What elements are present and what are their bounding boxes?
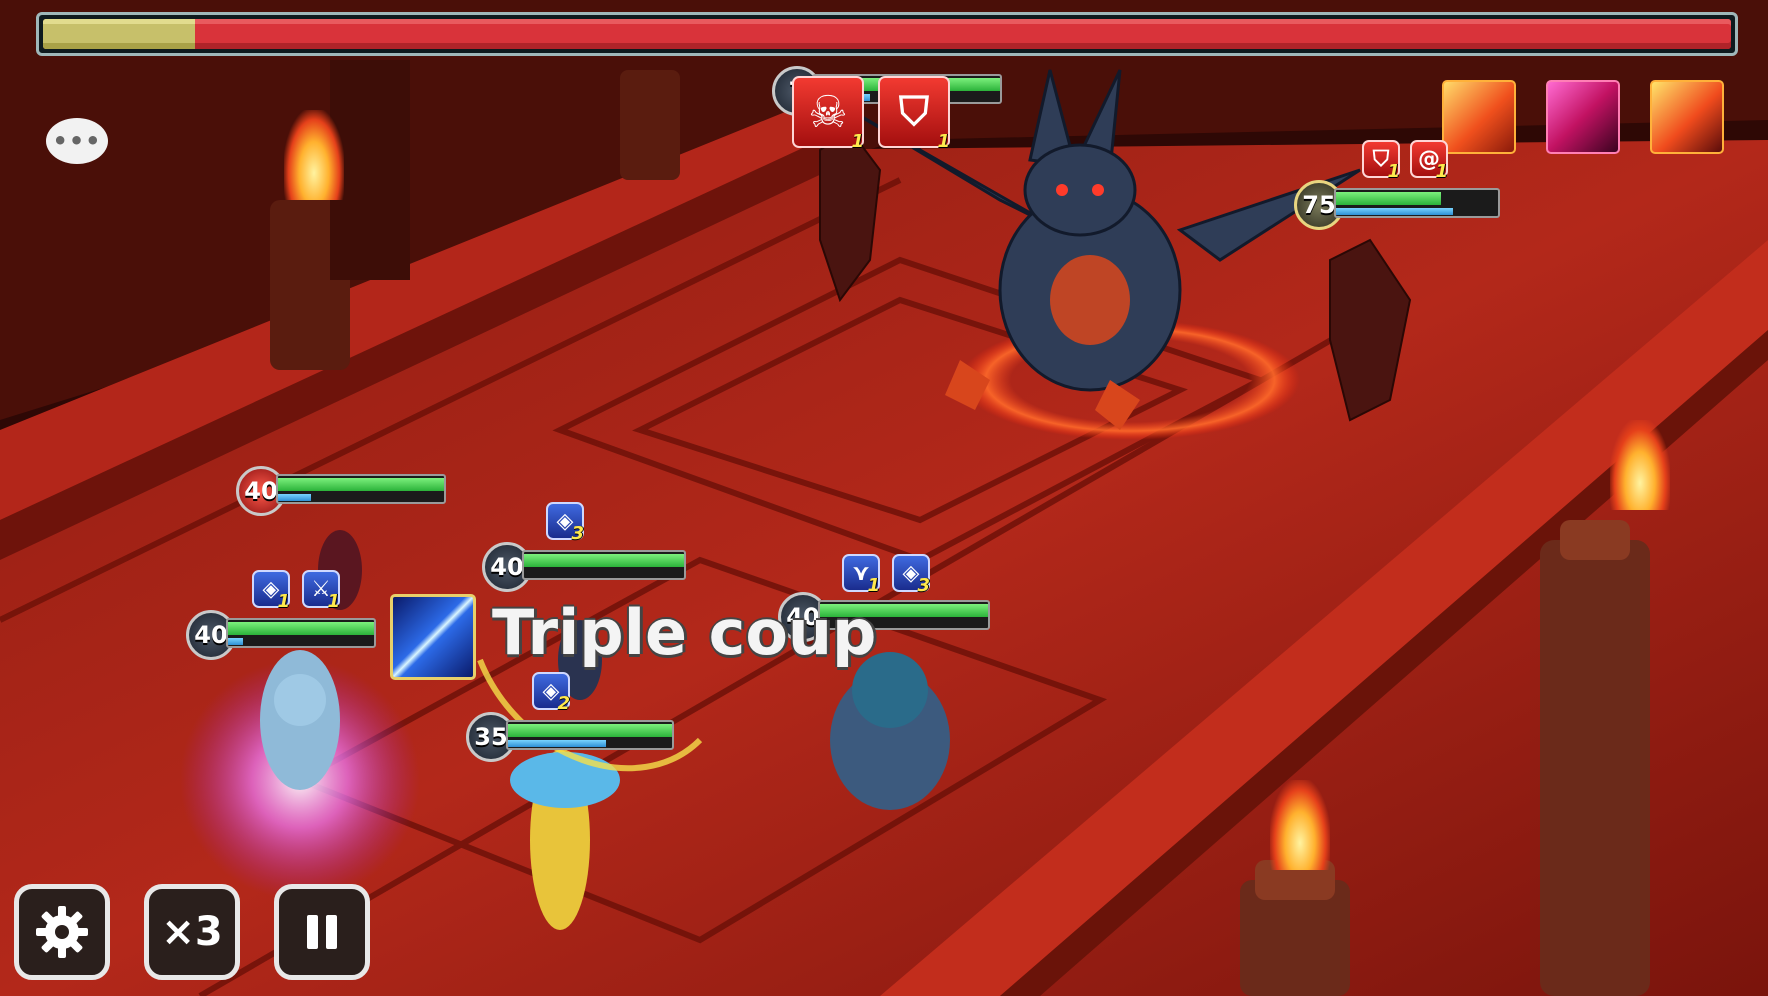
- boss-health-fill: [43, 19, 195, 49]
- defense-up-icon: ◈ 3: [892, 554, 930, 596]
- spiral-icon: @1: [1410, 140, 1448, 182]
- defense-up-icon: ◈ 3: [546, 502, 584, 544]
- torch-flame: [284, 110, 344, 200]
- pause-icon: [307, 915, 337, 949]
- settings-button[interactable]: [14, 884, 110, 980]
- enemy-skill-2[interactable]: [1546, 80, 1620, 154]
- dragon-atb-fill: [1336, 208, 1453, 215]
- speed-button[interactable]: ×3: [144, 884, 240, 980]
- pause-button[interactable]: [274, 884, 370, 980]
- broken-shield-icon: ⛉ 1: [1362, 140, 1400, 182]
- enemy-skill-3[interactable]: [1650, 80, 1724, 154]
- torch-flame: [1270, 780, 1330, 870]
- boss-health-bar: [36, 12, 1738, 56]
- speed-label: ×3: [161, 909, 223, 955]
- defense-up-icon: ◈ 1: [252, 570, 290, 612]
- immunity-icon: ⚔ 1: [302, 570, 340, 612]
- dragon-hp-fill: [1336, 192, 1442, 205]
- gear-icon: [36, 906, 88, 958]
- chat-button[interactable]: •••: [46, 118, 108, 164]
- wing-icon: ⋎ 1: [842, 554, 880, 596]
- lightning-slash-icon: [390, 594, 476, 680]
- skull-icon: ☠ 1: [792, 76, 864, 152]
- torch-flame: [1610, 420, 1670, 510]
- enemy-skill-1[interactable]: [1442, 80, 1516, 154]
- chat-bubble-icon: •••: [52, 127, 102, 155]
- defense-up-icon: ◈ 2: [532, 672, 570, 714]
- skill-name-label: Triple coup: [492, 596, 877, 669]
- broken-shield-icon: ⛉ 1: [878, 76, 950, 152]
